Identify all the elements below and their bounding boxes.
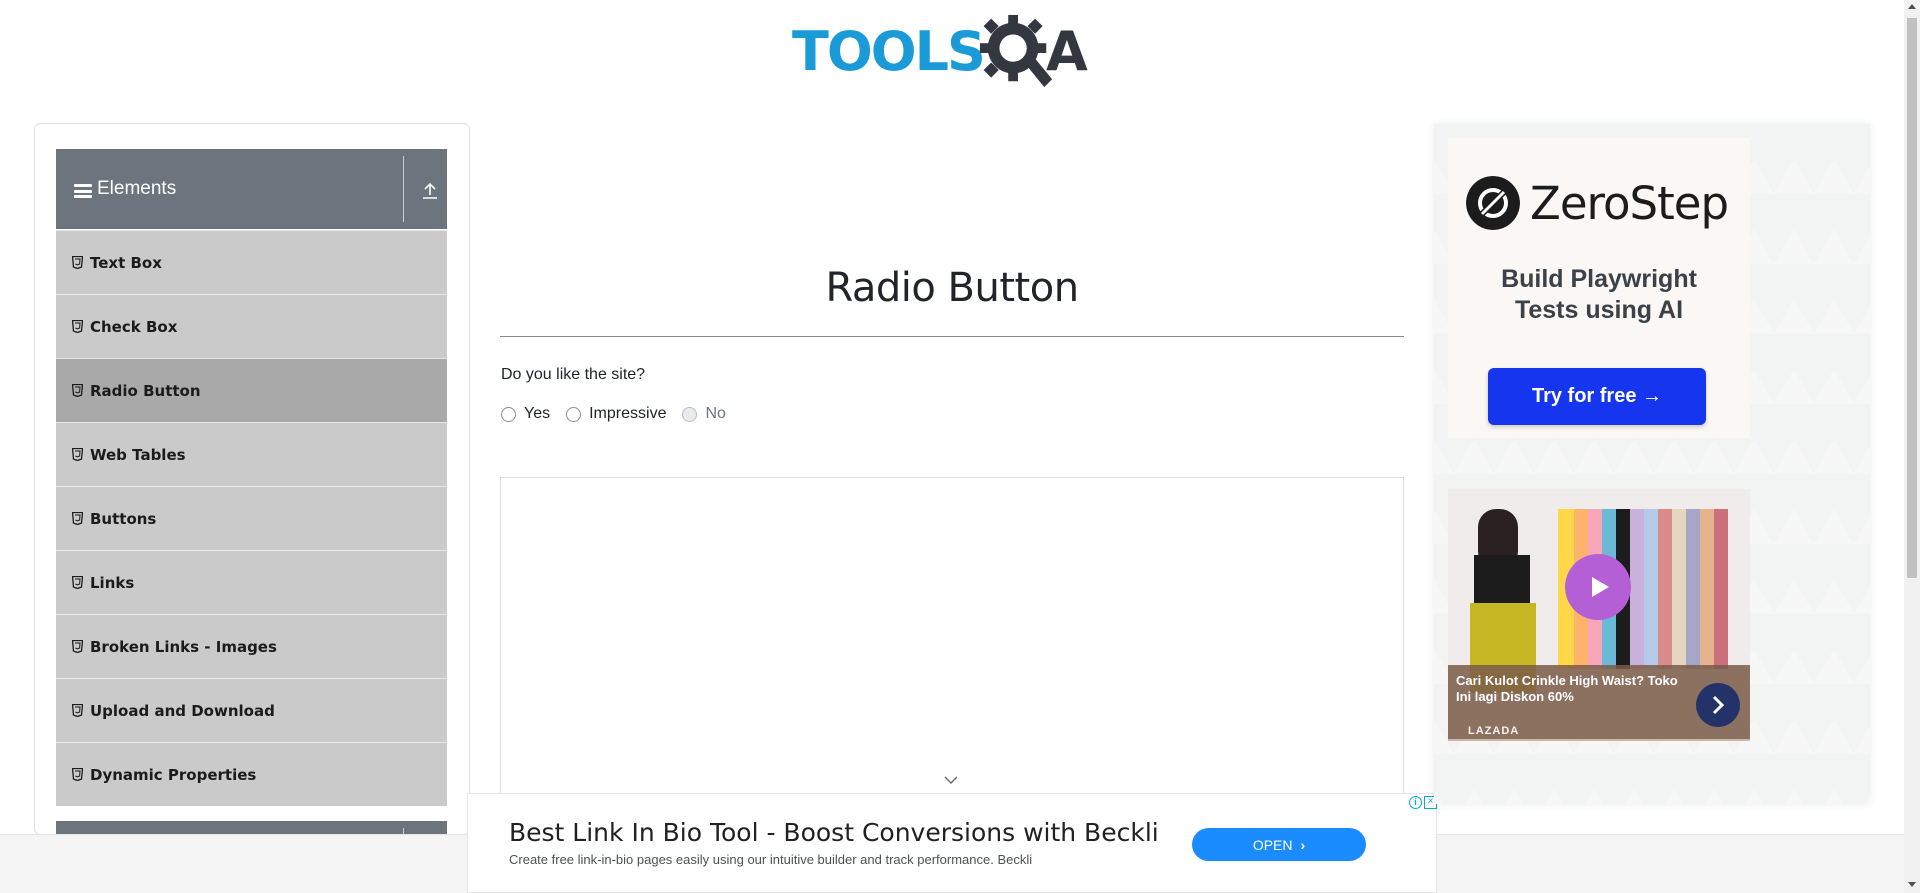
sidebar-item-label: Dynamic Properties [90,765,257,784]
bottom-ad-banner[interactable]: i × Best Link In Bio Tool - Boost Conver… [467,793,1437,893]
left-panel: Elements Text Box Check Box Radio Button… [34,123,470,835]
html5-badge-icon [72,320,83,333]
sidebar-item-label: Radio Button [90,381,201,400]
collapse-arrow-icon[interactable] [422,182,438,200]
zerostep-brand: ZeroStep [1530,176,1729,230]
sidebar-item-label: Check Box [90,317,178,336]
title-divider [500,336,1404,337]
try-for-free-button[interactable]: Try for free → [1488,368,1706,425]
html5-badge-icon [72,576,83,589]
play-triangle-icon [1592,577,1609,597]
sidebar-item-dynamic-properties[interactable]: Dynamic Properties [56,742,447,806]
radio-circle[interactable] [501,406,516,422]
html5-badge-icon [72,448,83,461]
toolsqa-logo[interactable]: TOOLS A [792,14,1116,90]
scroll-up-icon[interactable] [1908,4,1916,9]
sidebar-item-broken-links[interactable]: Broken Links - Images [56,614,447,678]
play-icon[interactable] [1565,554,1631,620]
elements-group-header[interactable]: Elements [56,149,447,229]
tagline-line-1: Build Playwright [1501,265,1697,293]
header-divider [403,156,404,222]
html5-badge-icon [72,640,83,653]
scroll-down-icon[interactable] [1908,882,1916,887]
zerostep-logo-icon [1466,176,1520,230]
sidebar-item-label: Web Tables [90,445,186,464]
radio-label: No [705,405,726,422]
ad-open-button[interactable]: OPEN › [1192,828,1366,861]
radio-circle[interactable] [566,406,582,422]
info-icon[interactable]: i [1409,795,1422,809]
logo-suffix: A [1045,20,1088,83]
radio-impressive[interactable]: Impressive [566,405,666,423]
zerostep-ad[interactable]: ZeroStep Build Playwright Tests using AI… [1448,138,1750,438]
question-text: Do you like the site? [501,366,646,383]
chevron-right-icon: › [1300,836,1306,853]
sidebar-item-radio-button[interactable]: Radio Button [56,358,447,422]
sidebar-item-links[interactable]: Links [56,550,447,614]
radio-yes[interactable]: Yes [501,405,550,423]
elements-menu: Text Box Check Box Radio Button Web Tabl… [56,230,447,806]
hamburger-icon [74,184,92,198]
lazada-ad[interactable]: Cari Kulot Crinkle High Waist? Toko Ini … [1448,489,1750,741]
radio-circle [682,406,698,422]
ad-description: Create free link-in-bio pages easily usi… [509,852,1033,867]
scrollbar-thumb[interactable] [1907,18,1917,578]
html5-badge-icon [72,768,83,781]
sidebar-item-text-box[interactable]: Text Box [56,230,447,294]
next-group-header[interactable] [56,821,447,834]
sidebar-item-upload-download[interactable]: Upload and Download [56,678,447,742]
radio-group: Yes Impressive No [501,405,742,423]
ad-open-label: OPEN [1252,836,1293,853]
page-title: Radio Button [825,265,1079,311]
radio-no: No [682,405,726,423]
ad-caption: Cari Kulot Crinkle High Waist? Toko Ini … [1456,673,1678,704]
banner-placeholder [500,130,1220,190]
gear-magnifier-icon [979,14,1053,88]
sidebar-item-label: Text Box [90,253,162,272]
html5-badge-icon [72,384,83,397]
page-scrollbar[interactable] [1904,0,1920,893]
sidebar-item-label: Links [90,573,135,592]
radio-label[interactable]: Yes [524,405,550,423]
chevron-down-icon[interactable] [943,775,959,785]
radio-label[interactable]: Impressive [589,405,666,423]
right-ads-column: ZeroStep Build Playwright Tests using AI… [1434,124,1870,804]
zerostep-logo: ZeroStep [1466,176,1729,230]
html5-badge-icon [72,512,83,525]
ad-headline[interactable]: Best Link In Bio Tool - Boost Conversion… [509,818,1159,847]
chevron-right-icon [1712,695,1725,715]
ad-frame-empty [500,477,1404,807]
logo-text: TOOLS [792,20,986,83]
html5-badge-icon [72,704,83,717]
html5-badge-icon [72,256,83,269]
group-title: Elements [97,178,177,199]
tagline-line-2: Tests using AI [1514,296,1684,324]
sidebar-item-check-box[interactable]: Check Box [56,294,447,358]
zerostep-tagline: Build Playwright Tests using AI [1448,264,1750,326]
sidebar-item-buttons[interactable]: Buttons [56,486,447,550]
sidebar-item-label: Upload and Download [90,701,275,720]
sidebar-item-web-tables[interactable]: Web Tables [56,422,447,486]
next-arrow-button[interactable] [1696,683,1740,727]
sidebar-item-label: Buttons [90,509,157,528]
sidebar-item-label: Broken Links - Images [90,637,277,656]
ad-brand: LAZADA [1468,725,1520,737]
